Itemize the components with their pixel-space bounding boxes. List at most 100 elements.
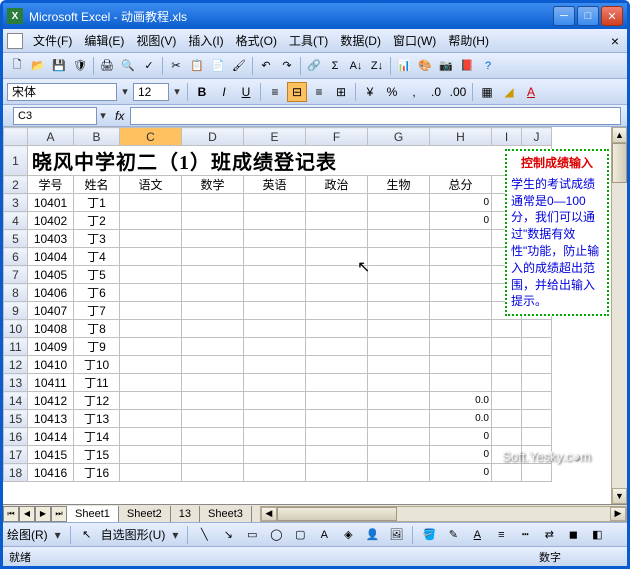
tab-nav-prev-icon[interactable]: ◀ (19, 506, 35, 522)
cell[interactable] (368, 356, 430, 374)
cell[interactable]: 丁5 (74, 266, 120, 284)
autoshape-menu[interactable]: 自选图形(U) (101, 526, 166, 543)
cell[interactable]: 丁7 (74, 302, 120, 320)
cell[interactable] (306, 302, 368, 320)
cell[interactable] (120, 428, 182, 446)
col-header-J[interactable]: J (522, 128, 552, 146)
cell[interactable] (120, 338, 182, 356)
cell[interactable] (368, 284, 430, 302)
namebox-dd-icon[interactable]: ▾ (97, 109, 109, 122)
cell[interactable] (306, 248, 368, 266)
spell-icon[interactable]: ✓ (139, 56, 159, 76)
inc-decimal-icon[interactable]: .0 (426, 82, 446, 102)
cell[interactable]: 0.0 (430, 410, 492, 428)
wordart-icon[interactable]: A (314, 525, 334, 545)
cell[interactable] (306, 320, 368, 338)
tab-sheet1[interactable]: Sheet1 (67, 506, 119, 522)
cell[interactable] (368, 446, 430, 464)
cell[interactable] (244, 374, 306, 392)
cell[interactable]: 语文 (120, 176, 182, 194)
cell[interactable] (430, 230, 492, 248)
research-icon[interactable]: 📕 (457, 56, 477, 76)
cell[interactable]: 10412 (28, 392, 74, 410)
cell[interactable] (306, 230, 368, 248)
row-header[interactable]: 8 (4, 284, 28, 302)
row-header[interactable]: 7 (4, 266, 28, 284)
cell[interactable]: 10406 (28, 284, 74, 302)
formula-input[interactable] (130, 107, 621, 125)
cell[interactable] (306, 212, 368, 230)
cell[interactable]: 0 (430, 212, 492, 230)
cell[interactable] (430, 320, 492, 338)
row-header[interactable]: 18 (4, 464, 28, 482)
drawing-icon[interactable]: 🎨 (415, 56, 435, 76)
tab-sheet3[interactable]: Sheet3 (200, 506, 252, 522)
hscroll-thumb[interactable] (277, 507, 397, 521)
spreadsheet-grid[interactable]: A B C D E F G H I J 1 晓风中学初二（1）班成绩登记表 2 … (3, 127, 552, 482)
cell[interactable]: 0 (430, 446, 492, 464)
cell[interactable] (368, 428, 430, 446)
cell[interactable] (368, 410, 430, 428)
cell[interactable] (522, 428, 552, 446)
menu-view[interactable]: 视图(V) (130, 30, 182, 51)
cell[interactable] (492, 392, 522, 410)
vertical-scrollbar[interactable]: ▲ ▼ (611, 127, 627, 504)
cell[interactable] (306, 266, 368, 284)
close-button[interactable]: ✕ (601, 6, 623, 26)
cell[interactable] (368, 266, 430, 284)
cell[interactable] (430, 266, 492, 284)
draw-menu[interactable]: 绘图(R) (7, 526, 48, 543)
col-header-C[interactable]: C (120, 128, 182, 146)
percent-icon[interactable]: % (382, 82, 402, 102)
arrow-style-icon[interactable]: ⇄ (539, 525, 559, 545)
cell[interactable]: 0.0 (430, 392, 492, 410)
cell[interactable]: 10409 (28, 338, 74, 356)
menu-insert[interactable]: 插入(I) (182, 30, 229, 51)
cell[interactable]: 丁13 (74, 410, 120, 428)
menu-window[interactable]: 窗口(W) (387, 30, 442, 51)
cell[interactable] (430, 338, 492, 356)
cell[interactable]: 数学 (182, 176, 244, 194)
cell[interactable] (120, 374, 182, 392)
cell[interactable] (182, 338, 244, 356)
cell[interactable]: 10402 (28, 212, 74, 230)
cell[interactable] (492, 374, 522, 392)
minimize-button[interactable]: ─ (553, 6, 575, 26)
row-header[interactable]: 14 (4, 392, 28, 410)
cell[interactable]: 生物 (368, 176, 430, 194)
col-header-G[interactable]: G (368, 128, 430, 146)
oval-icon[interactable]: ◯ (266, 525, 286, 545)
cell[interactable]: 10403 (28, 230, 74, 248)
cell[interactable]: 0 (430, 464, 492, 482)
cell[interactable] (244, 392, 306, 410)
chart-icon[interactable]: 📊 (394, 56, 414, 76)
cell[interactable] (182, 284, 244, 302)
cell[interactable] (244, 302, 306, 320)
cell[interactable] (120, 356, 182, 374)
row-header[interactable]: 3 (4, 194, 28, 212)
save-icon[interactable]: 💾 (49, 56, 69, 76)
row-header[interactable]: 5 (4, 230, 28, 248)
cell[interactable] (182, 302, 244, 320)
cell[interactable] (522, 374, 552, 392)
cell[interactable]: 10416 (28, 464, 74, 482)
cell[interactable] (306, 374, 368, 392)
cell[interactable] (244, 356, 306, 374)
menu-format[interactable]: 格式(O) (230, 30, 283, 51)
cell[interactable]: 丁3 (74, 230, 120, 248)
row-header[interactable]: 11 (4, 338, 28, 356)
font-size-select[interactable]: 12 (133, 83, 169, 101)
cell[interactable] (244, 320, 306, 338)
align-left-icon[interactable]: ≡ (265, 82, 285, 102)
cell[interactable]: 10405 (28, 266, 74, 284)
cell[interactable] (182, 428, 244, 446)
cell[interactable] (430, 356, 492, 374)
merge-icon[interactable]: ⊞ (331, 82, 351, 102)
row-header[interactable]: 16 (4, 428, 28, 446)
cell[interactable] (306, 464, 368, 482)
maximize-button[interactable]: □ (577, 6, 599, 26)
cell[interactable] (182, 320, 244, 338)
undo-icon[interactable]: ↶ (256, 56, 276, 76)
cell[interactable] (368, 320, 430, 338)
cell[interactable] (430, 248, 492, 266)
